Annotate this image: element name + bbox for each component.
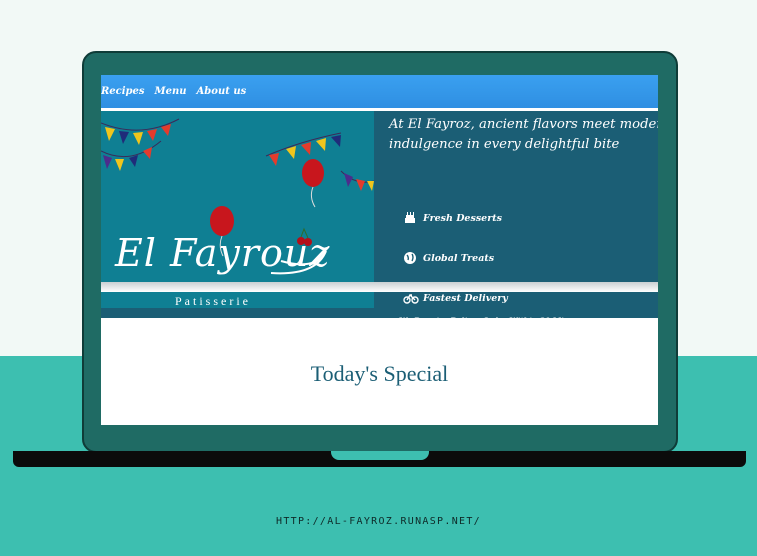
hero-tagline: At El Fayroz, ancient flavors meet moder… [389,117,658,152]
nav-item-about[interactable]: About us [197,86,247,97]
logo-subtitle: Patisserie [175,294,251,308]
feature-global-treats: Global Treats [403,251,494,265]
section-title: Today's Special [310,361,449,386]
hero-shadow [101,282,658,292]
site-url: HTTP://AL-FAYROZ.RUNASP.NET/ [276,516,481,527]
hero-image: El Fayrouz Patisserie [101,111,374,308]
feature-fastest-delivery: Fastest Delivery [403,291,508,305]
nav-bar: Recipes Menu About us [101,75,658,111]
nav-item-recipes[interactable]: Recipes [101,86,145,97]
laptop-notch [331,451,429,460]
bicycle-icon [403,291,419,305]
delivery-promise: We Promise Deliver Order Within 30 Min [399,316,570,325]
nav-item-menu[interactable]: Menu [155,86,187,97]
feature-fresh-desserts: Fresh Desserts [403,211,502,225]
bunting-decoration [101,118,374,275]
logo-text: El Fayrouz [115,231,331,275]
cake-icon [403,211,417,225]
globe-icon [403,251,417,265]
website-screen: Recipes Menu About us El Fayrouz Patisse… [101,75,658,425]
